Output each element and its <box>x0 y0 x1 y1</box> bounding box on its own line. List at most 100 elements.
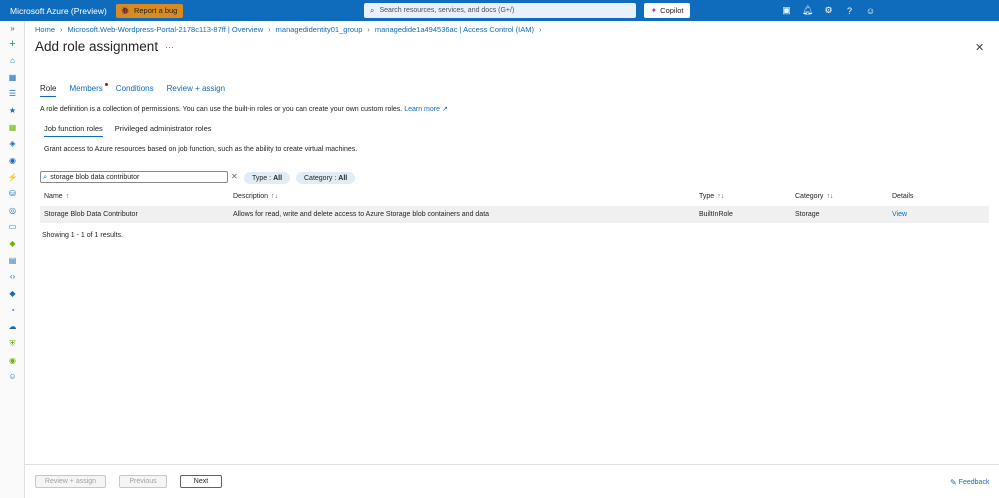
more-options-icon[interactable]: ··· <box>165 42 174 52</box>
review-assign-button[interactable]: Review + assign <box>35 475 106 488</box>
type-filter-value: All <box>273 174 283 182</box>
report-bug-button[interactable]: 🐞 Report a bug <box>116 3 184 18</box>
search-placeholder: Search resources, services, and docs (G+… <box>379 7 515 14</box>
role-type: BuiltInRole <box>699 211 733 218</box>
roles-table: Name ↑ Description ↑↓ Type ↑↓ Category ↑↓ De… <box>40 190 989 223</box>
feedback-person-icon[interactable]: ☺ <box>860 6 881 16</box>
sql-database-icon[interactable]: ⛁ <box>7 188 18 199</box>
role-search-input[interactable]: ⌕ storage blob data contributor <box>40 171 228 183</box>
cloud-shell-icon[interactable]: ▣ <box>776 5 797 16</box>
breadcrumb-webapp[interactable]: Microsoft.Web-Wordpress-Portal-2178c113-… <box>68 25 264 34</box>
page-title: Add role assignment <box>35 39 159 54</box>
feedback-icon: ✎ <box>950 478 957 487</box>
top-bar: Microsoft Azure (Preview) 🐞 Report a bug… <box>0 0 999 21</box>
role-definition-text: A role definition is a collection of per… <box>40 105 448 113</box>
settings-gear-icon[interactable]: ⚙ <box>818 5 839 16</box>
feedback-link[interactable]: ✎ Feedback <box>950 478 989 487</box>
header-type[interactable]: Type ↑↓ <box>699 193 724 200</box>
help-support-icon[interactable]: ☺ <box>7 371 18 382</box>
tab-privileged-roles[interactable]: Privileged administrator roles <box>115 124 212 137</box>
view-details-link[interactable]: View <box>892 211 907 218</box>
help-icon[interactable]: ? <box>839 6 860 16</box>
category-filter-value: All <box>338 174 348 182</box>
top-icons: ▣ 🔔︎ ⚙ ? ☺ <box>776 0 881 21</box>
cost-management-icon[interactable]: ◉ <box>7 355 18 366</box>
report-bug-label: Report a bug <box>133 6 178 15</box>
tab-role[interactable]: Role <box>40 84 57 97</box>
next-button[interactable]: Next <box>180 475 222 488</box>
copilot-button[interactable]: ✦ Copilot <box>644 3 690 18</box>
favorites-star-icon[interactable]: ★ <box>7 105 18 116</box>
chevron-right-icon: › <box>367 25 370 34</box>
tab-job-function-roles[interactable]: Job function roles <box>44 124 103 137</box>
learn-more-link[interactable]: Learn more ↗ <box>404 106 448 113</box>
load-balancer-icon[interactable]: ◆ <box>7 238 18 249</box>
search-icon: ⌕ <box>370 5 375 15</box>
breadcrumb-home[interactable]: Home <box>35 25 55 34</box>
role-category: Storage <box>795 211 820 218</box>
copilot-icon: ✦ <box>650 6 658 15</box>
sort-asc-icon: ↑ <box>65 193 70 200</box>
grant-access-text: Grant access to Azure resources based on… <box>44 146 358 153</box>
breadcrumb-iam[interactable]: managedide1a494536ac | Access Control (I… <box>375 25 534 34</box>
function-app-icon[interactable]: ⚡ <box>7 172 18 183</box>
clear-search-icon[interactable]: ✕ <box>231 172 238 181</box>
bug-icon: 🐞 <box>120 6 130 15</box>
header-details: Details <box>892 193 914 200</box>
type-filter-label: Type : <box>252 174 272 182</box>
search-icon: ⌕ <box>43 172 48 181</box>
header-name[interactable]: Name ↑ <box>44 193 69 200</box>
results-count: Showing 1 - 1 of 1 results. <box>42 232 123 239</box>
monitor-icon[interactable]: ◔ <box>7 305 18 316</box>
notifications-icon[interactable]: 🔔︎ <box>797 5 818 16</box>
header-category[interactable]: Category ↑↓ <box>795 193 833 200</box>
copilot-label: Copilot <box>660 6 684 15</box>
header-name-label: Name <box>44 193 63 200</box>
virtual-machines-icon[interactable]: ▭ <box>7 221 18 232</box>
type-filter-pill[interactable]: Type : All <box>244 172 291 184</box>
virtual-networks-icon[interactable]: ‹› <box>7 271 18 282</box>
chevron-right-icon: › <box>60 25 63 34</box>
header-description-label: Description <box>233 193 269 200</box>
all-resources-icon[interactable]: ▦ <box>7 122 18 133</box>
global-search-input[interactable]: ⌕ Search resources, services, and docs (… <box>364 3 636 18</box>
home-icon[interactable]: ⌂ <box>7 55 18 66</box>
header-type-label: Type <box>699 193 715 200</box>
entra-id-icon[interactable]: ◆ <box>7 288 18 299</box>
header-category-label: Category <box>795 193 824 200</box>
resource-groups-icon[interactable]: ◈ <box>7 138 18 149</box>
learn-more-label: Learn more <box>404 106 440 113</box>
all-services-icon[interactable]: ☰ <box>7 88 18 99</box>
cosmos-db-icon[interactable]: ◎ <box>7 205 18 216</box>
app-services-icon[interactable]: ◉ <box>7 155 18 166</box>
breadcrumb-resource-group[interactable]: managedidentity01_group <box>276 25 363 34</box>
sort-icon: ↑↓ <box>826 193 834 200</box>
category-filter-pill[interactable]: Category : All <box>296 172 356 184</box>
wizard-tabs: Role Members Conditions Review + assign <box>40 83 238 97</box>
role-description: Allows for read, write and delete access… <box>233 211 490 218</box>
feedback-label: Feedback <box>958 479 990 486</box>
table-row[interactable]: Storage Blob Data Contributor Allows for… <box>40 206 989 223</box>
previous-button[interactable]: Previous <box>119 475 167 488</box>
tab-members-label: Members <box>69 84 103 93</box>
expand-menu-icon[interactable]: » <box>7 23 18 34</box>
role-definition-description: A role definition is a collection of per… <box>40 106 403 113</box>
tab-review-assign[interactable]: Review + assign <box>167 84 225 97</box>
table-header: Name ↑ Description ↑↓ Type ↑↓ Category ↑↓ De… <box>40 190 989 203</box>
close-icon[interactable]: ✕ <box>975 41 984 54</box>
tab-members[interactable]: Members <box>69 83 108 97</box>
external-link-icon: ↗ <box>441 106 448 113</box>
header-description[interactable]: Description ↑↓ <box>233 193 278 200</box>
tab-conditions[interactable]: Conditions <box>116 84 154 97</box>
dashboard-icon[interactable]: ▦ <box>7 72 18 83</box>
portal-brand[interactable]: Microsoft Azure (Preview) <box>0 6 116 16</box>
storage-accounts-icon[interactable]: ▤ <box>7 255 18 266</box>
required-dot-icon <box>104 83 108 86</box>
advisor-icon[interactable]: ☁ <box>7 321 18 332</box>
create-resource-icon[interactable]: + <box>7 39 18 50</box>
defender-icon[interactable]: ⛨ <box>7 338 18 349</box>
category-filter-label: Category : <box>304 174 337 182</box>
left-rail: » + ⌂ ▦ ☰ ★ ▦ ◈ ◉ ⚡ ⛁ ◎ ▭ ◆ ▤ ‹› ◆ ◔ ☁ ⛨… <box>0 21 25 498</box>
role-search-value: storage blob data contributor <box>50 173 140 181</box>
chevron-right-icon: › <box>539 25 542 34</box>
